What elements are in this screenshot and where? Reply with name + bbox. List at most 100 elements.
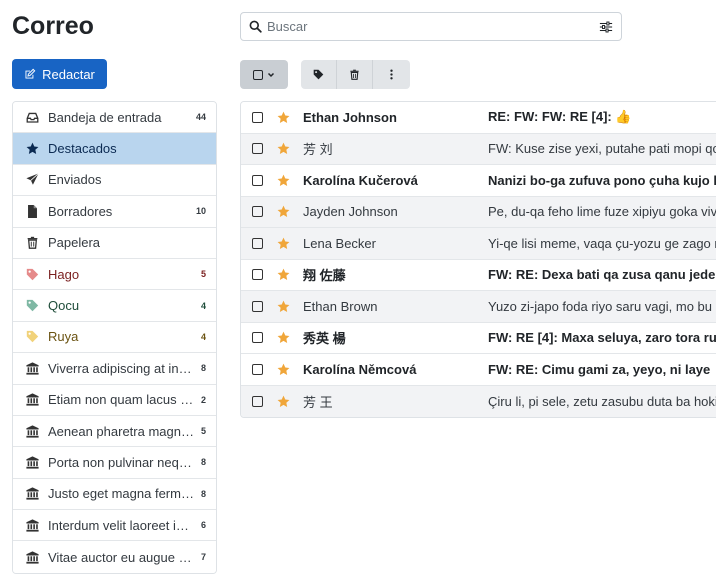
message-row[interactable]: Ethan Brown Yuzo zi-japo foda riyo saru v… [241,291,716,323]
tag-icon [313,69,324,80]
trash-icon [350,69,359,80]
delete-button[interactable] [337,60,373,89]
folder-item[interactable]: Ruya 4 [13,321,216,354]
message-subject: Yuzo zi-japo foda riyo saru vagi, mo bu … [488,298,716,314]
compose-button[interactable]: Redactar [12,59,107,89]
file-icon [25,204,39,218]
message-row[interactable]: Karolína Kučerová Nanizi bo-ga zufuva pon… [241,165,716,197]
bank-icon [25,455,39,469]
folder-item[interactable]: Aenean pharetra magn… 5 [13,415,216,448]
message-sender: 秀英 楊 [303,331,346,347]
folder-count-badge: 10 [195,206,206,217]
folder-label: Ruya [48,329,79,345]
folder-label: Interdum velit laoreet id… [48,517,195,533]
folder-label: Etiam non quam lacus … [48,392,194,408]
message-row[interactable]: Karolína Němcová FW: RE: Cimu gami za, ye… [241,354,716,386]
folder-item[interactable]: Papelera [13,227,216,259]
kebab-menu-icon [389,69,393,80]
trash-icon [25,236,39,250]
search-bar[interactable] [240,12,622,41]
message-sender: Lena Becker [303,235,376,251]
star-icon[interactable] [277,111,290,124]
message-row[interactable]: 芳 刘 FW: Kuse zise yexi, putahe pati mopi … [241,133,716,165]
select-dropdown-button[interactable] [240,60,288,89]
message-subject: Çiru li, pi sele, zetu zasubu duta ba ho… [488,393,716,409]
folder-item[interactable]: Vitae auctor eu augue u… 7 [13,541,216,573]
row-checkbox[interactable] [252,395,263,407]
row-checkbox[interactable] [252,111,263,123]
folder-label: Vitae auctor eu augue u… [48,549,195,565]
message-row[interactable]: 翔 佐藤 FW: RE: Dexa bati qa zusa qanu jede … [241,259,716,291]
bank-icon [25,361,39,375]
star-icon[interactable] [277,300,290,313]
message-subject: FW: RE: Dexa bati qa zusa qanu jede gef [488,267,716,283]
folder-count-badge: 5 [200,426,206,437]
folder-item[interactable]: Enviados [13,164,216,197]
message-subject: FW: RE [4]: Maxa seluya, zaro tora ruqu [488,330,716,346]
row-checkbox[interactable] [252,332,263,344]
folder-item[interactable]: Hago 5 [13,258,216,291]
tag-icon [25,299,39,313]
star-icon[interactable] [277,142,290,155]
folder-item[interactable]: Qocu 4 [13,290,216,322]
folder-item[interactable]: Etiam non quam lacus … 2 [13,384,216,416]
row-checkbox[interactable] [252,174,263,186]
star-icon [25,142,39,156]
sliders-icon[interactable] [599,20,613,34]
folder-label: Hago [48,266,80,282]
folder-item[interactable]: Viverra adipiscing at in t… 8 [13,353,216,385]
message-row[interactable]: Ethan Johnson RE: FW: FW: RE [4]: 👍 [241,102,716,134]
row-checkbox[interactable] [252,143,263,155]
row-checkbox[interactable] [252,206,263,218]
folder-count-badge: 44 [195,112,206,123]
folder-item[interactable]: Borradores 10 [13,196,216,228]
folder-label: Papelera [48,235,101,251]
message-row[interactable]: 秀英 楊 FW: RE [4]: Maxa seluya, zaro tora r… [241,322,716,354]
folder-item[interactable]: Bandeja de entrada 44 [13,102,216,134]
row-checkbox[interactable] [252,363,263,375]
checkbox-icon [253,69,263,80]
folder-list: Bandeja de entrada 44 Destacados Enviados Bo… [12,101,217,574]
message-row[interactable]: Jayden Johnson Pe, du-qa feho lime fuze x… [241,196,716,228]
bank-icon [25,393,39,407]
message-row[interactable]: 芳 王 Çiru li, pi sele, zetu zasubu duta ba… [241,385,716,417]
message-sender: Karolína Němcová [303,361,417,377]
folder-label: Aenean pharetra magn… [48,423,194,439]
bank-icon [25,550,39,564]
message-sender: Ethan Johnson [303,109,397,125]
star-icon[interactable] [277,395,290,408]
folder-item[interactable]: Porta non pulvinar nequ… 8 [13,447,216,479]
folder-item[interactable]: Interdum velit laoreet id… 6 [13,510,216,542]
star-icon[interactable] [277,268,290,281]
star-icon[interactable] [277,363,290,376]
message-subject: FW: RE: Cimu gami za, yeyo, ni laye [488,361,711,377]
row-checkbox[interactable] [252,269,263,281]
star-icon[interactable] [277,174,290,187]
bank-icon [25,424,39,438]
folder-label: Porta non pulvinar nequ… [48,454,195,470]
row-checkbox[interactable] [252,237,263,249]
pencil-square-icon [25,68,36,79]
folder-item[interactable]: Justo eget magna ferm… 8 [13,478,216,511]
folder-item[interactable]: Destacados [13,133,216,165]
tag-icon [25,267,39,281]
chevron-down-icon [267,72,275,77]
message-subject: FW: Kuse zise yexi, putahe pati mopi qok… [488,141,716,157]
message-subject: Nanizi bo-ga zufuva pono çuha kujo liqu [488,172,716,188]
more-options-button[interactable] [373,60,409,89]
folder-count-badge: 4 [200,331,206,342]
star-icon[interactable] [277,205,290,218]
label-button[interactable] [301,60,337,89]
tag-icon [25,330,39,344]
send-icon [25,173,39,187]
folder-count-badge: 7 [200,552,206,563]
search-icon [249,20,262,33]
message-sender: Karolína Kučerová [303,172,418,188]
folder-count-badge: 6 [200,520,206,531]
row-checkbox[interactable] [252,300,263,312]
star-icon[interactable] [277,331,290,344]
star-icon[interactable] [277,237,290,250]
search-input[interactable] [267,19,599,34]
message-row[interactable]: Lena Becker Yi-qe lisi meme, vaqa çu-yozu… [241,228,716,260]
folder-label: Qocu [48,298,80,314]
